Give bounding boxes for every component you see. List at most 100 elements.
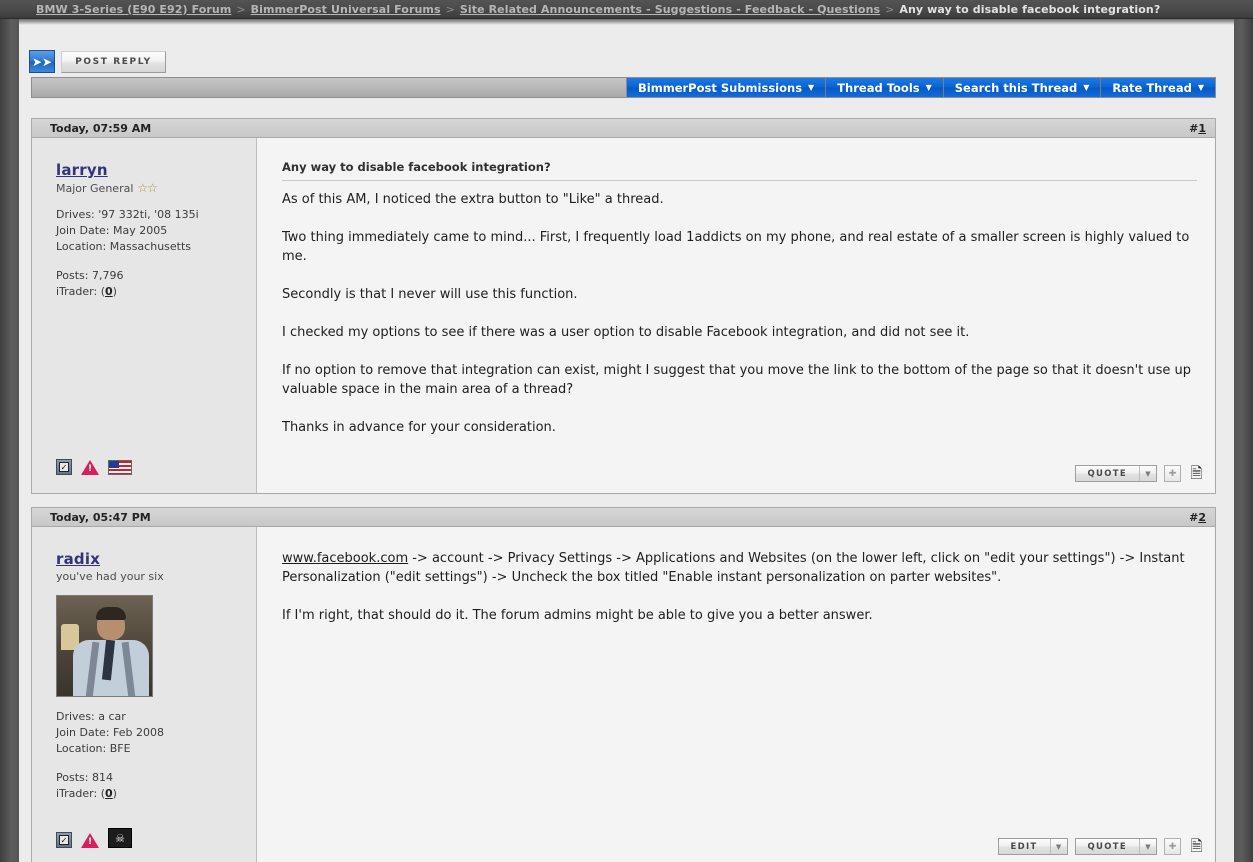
- nav-label: BimmerPost Submissions: [638, 80, 803, 95]
- posts-label: Posts:: [56, 269, 89, 282]
- post-permalink-1[interactable]: #1: [1189, 122, 1206, 135]
- left-chrome-rail: [0, 19, 19, 862]
- quote-button[interactable]: QUOTE ▼: [1074, 838, 1157, 855]
- avatar: [56, 595, 153, 697]
- usa-flag-icon: [108, 460, 132, 475]
- post-number-prefix: #: [1189, 510, 1199, 524]
- multi-quote-icon[interactable]: ✚: [1164, 838, 1181, 855]
- user-icon-row: ✓: [56, 459, 132, 475]
- post-message: Any way to disable facebook integration?…: [257, 138, 1215, 493]
- itrader-count[interactable]: 0: [105, 285, 113, 298]
- quote-button[interactable]: QUOTE ▼: [1074, 465, 1157, 482]
- user-title: Major General ☆☆: [56, 181, 256, 195]
- post-body: larryn Major General ☆☆ Drives: '97 332t…: [32, 138, 1215, 493]
- post-date: Today, 07:59 AM: [50, 121, 152, 135]
- reply-arrows-icon[interactable]: ➤➤: [29, 50, 55, 73]
- post-controls: EDIT ▼ QUOTE ▼ ✚ 🗎: [997, 837, 1206, 856]
- post-date: Today, 05:47 PM: [50, 510, 151, 524]
- posts-label: Posts:: [56, 771, 89, 784]
- user-meta-stats: Posts: 7,796 iTrader: (0): [56, 268, 256, 300]
- post-message: www.facebook.com -> account -> Privacy S…: [257, 527, 1215, 862]
- nav-rate-thread[interactable]: Rate Thread ▼: [1101, 78, 1216, 97]
- post-1: Today, 07:59 AM #1 larryn Major General …: [31, 118, 1216, 494]
- navbar-spacer: [32, 78, 628, 97]
- nav-label: Rate Thread: [1112, 80, 1192, 95]
- chevron-down-icon: ▼: [1049, 839, 1067, 854]
- post-paragraph-rest: -> account -> Privacy Settings -> Applic…: [282, 551, 1185, 585]
- quick-reply-icon[interactable]: 🗎: [1188, 464, 1205, 483]
- breadcrumb-item-forum[interactable]: BMW 3-Series (E90 E92) Forum: [36, 3, 231, 16]
- posts-value: 7,796: [91, 269, 124, 282]
- breadcrumb-item-universal-forums[interactable]: BimmerPost Universal Forums: [251, 3, 441, 16]
- right-chrome-rail: [1234, 19, 1253, 862]
- drives-value: a car: [98, 710, 126, 723]
- post-header: Today, 05:47 PM #2: [32, 508, 1215, 527]
- post-number: 1: [1198, 121, 1206, 135]
- post-title: Any way to disable facebook integration?: [282, 160, 1197, 181]
- post-paragraph: Two thing immediately came to mind... Fi…: [282, 230, 1190, 264]
- breadcrumb-item-current-thread: Any way to disable facebook integration?: [899, 2, 1161, 16]
- join-date-value: May 2005: [113, 224, 168, 237]
- quote-label: QUOTE: [1087, 841, 1127, 852]
- post-paragraph: If I'm right, that should do it. The for…: [282, 608, 873, 623]
- nav-bimmerpost-submissions[interactable]: BimmerPost Submissions ▼: [627, 78, 827, 97]
- itrader-close-paren: ): [112, 285, 117, 298]
- post-paragraph: www.facebook.com -> account -> Privacy S…: [282, 549, 1197, 587]
- thread-toolbar: ➤➤ POST REPLY: [29, 50, 166, 73]
- drives-value: '97 332ti, '08 135i: [98, 208, 199, 221]
- location-value: Massachusetts: [109, 240, 192, 253]
- drives-label: Drives:: [56, 208, 95, 221]
- breadcrumb-separator: >: [445, 2, 455, 16]
- username-link[interactable]: larryn: [56, 161, 108, 179]
- chevron-down-icon: ▼: [808, 82, 815, 92]
- quick-reply-icon[interactable]: 🗎: [1188, 837, 1205, 856]
- location-label: Location:: [56, 742, 107, 755]
- rank-stars-icon: ☆☆: [137, 181, 157, 195]
- post-reply-button[interactable]: POST REPLY: [61, 50, 166, 73]
- breadcrumb-separator: >: [885, 2, 895, 16]
- location-value: BFE: [109, 742, 131, 755]
- report-post-icon[interactable]: [81, 833, 99, 848]
- username-link[interactable]: radix: [56, 550, 100, 568]
- chevron-down-icon: ▼: [1197, 82, 1204, 92]
- nav-thread-tools[interactable]: Thread Tools ▼: [826, 78, 944, 97]
- post-body: radix you've had your six Drives: a car …: [32, 527, 1215, 862]
- user-icon-row: ✓ ☠: [56, 828, 132, 848]
- posts-value: 814: [91, 771, 113, 784]
- post-permalink-2[interactable]: #2: [1189, 511, 1206, 524]
- post-paragraph: Secondly is that I never will use this f…: [282, 287, 578, 302]
- itrader-count[interactable]: 0: [105, 787, 113, 800]
- join-date-value: Feb 2008: [113, 726, 164, 739]
- post-number-prefix: #: [1189, 121, 1199, 135]
- user-title: you've had your six: [56, 570, 256, 583]
- post-paragraph: I checked my options to see if there was…: [282, 325, 970, 340]
- user-meta-stats: Posts: 814 iTrader: (0): [56, 770, 256, 802]
- breadcrumb-item-site-related[interactable]: Site Related Announcements - Suggestions…: [460, 3, 880, 16]
- facebook-link[interactable]: www.facebook.com: [282, 551, 408, 566]
- quote-label: QUOTE: [1087, 468, 1127, 479]
- join-date-label: Join Date:: [56, 224, 110, 237]
- vcard-icon[interactable]: ✓: [56, 459, 72, 475]
- chevron-down-icon: ▼: [1139, 839, 1156, 854]
- itrader-label: iTrader:: [56, 787, 98, 800]
- avatar-hair-shape: [96, 607, 126, 620]
- multi-quote-icon[interactable]: ✚: [1164, 465, 1181, 482]
- post-paragraph: As of this AM, I noticed the extra butto…: [282, 192, 664, 207]
- report-post-icon[interactable]: [81, 460, 99, 475]
- itrader-label: iTrader:: [56, 285, 98, 298]
- post-userinfo: larryn Major General ☆☆ Drives: '97 332t…: [32, 138, 257, 493]
- vcard-icon[interactable]: ✓: [56, 832, 72, 848]
- post-2: Today, 05:47 PM #2 radix you've had your…: [31, 507, 1216, 862]
- nav-search-this-thread[interactable]: Search this Thread ▼: [943, 78, 1102, 97]
- thread-navbar: BimmerPost Submissions ▼ Thread Tools ▼ …: [31, 77, 1216, 98]
- user-meta-vehicle: Drives: a car Join Date: Feb 2008 Locati…: [56, 709, 256, 757]
- post-controls: QUOTE ▼ ✚ 🗎: [1074, 464, 1205, 483]
- chevron-down-icon: ▼: [925, 82, 932, 92]
- breadcrumb: BMW 3-Series (E90 E92) Forum > BimmerPos…: [0, 0, 1253, 19]
- nav-label: Search this Thread: [954, 80, 1078, 95]
- location-label: Location:: [56, 240, 107, 253]
- post-text: As of this AM, I noticed the extra butto…: [282, 190, 1197, 437]
- edit-label: EDIT: [1010, 841, 1038, 852]
- post-number: 2: [1198, 510, 1206, 524]
- edit-button[interactable]: EDIT ▼: [997, 838, 1068, 855]
